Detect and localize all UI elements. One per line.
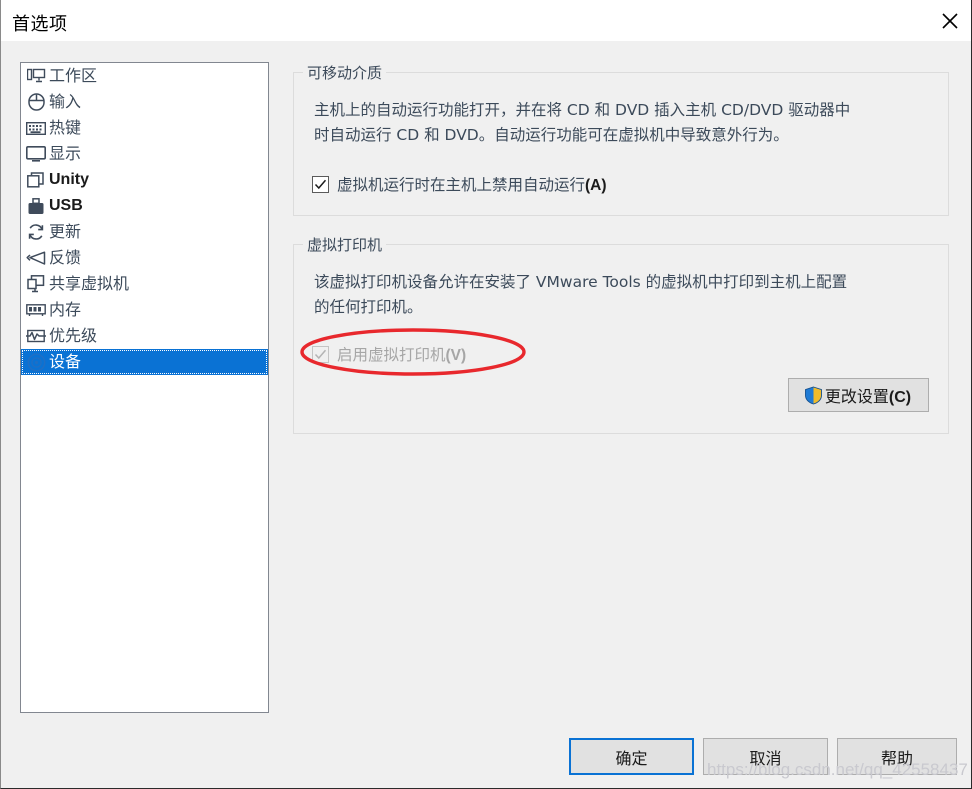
- virtual-printer-description-line1: 该虚拟打印机设备允许在安装了 VMware Tools 的虚拟机中打印到主机上配…: [314, 273, 848, 291]
- removable-media-legend: 可移动介质: [303, 62, 387, 83]
- ok-button[interactable]: 确定: [569, 738, 694, 775]
- sidebar-item-unity[interactable]: Unity: [21, 167, 268, 193]
- sidebar-item-label: 工作区: [49, 66, 98, 85]
- keyboard-hotkey-icon: [24, 117, 48, 139]
- removable-media-description-line1: 主机上的自动运行功能打开，并在将 CD 和 DVD 插入主机 CD/DVD 驱动…: [314, 101, 851, 119]
- checkbox-mnemonic: (A): [585, 177, 607, 194]
- title-bar: 首选项: [1, 0, 971, 42]
- sidebar-item-usb[interactable]: USB: [21, 193, 268, 219]
- checkbox-box[interactable]: [312, 345, 329, 363]
- monitor-display-icon: [24, 143, 48, 165]
- sidebar-item-shared-vms[interactable]: 共享虚拟机: [21, 271, 268, 297]
- sidebar-item-hotkeys[interactable]: 热键: [21, 115, 268, 141]
- sidebar-item-memory[interactable]: 内存: [21, 297, 268, 323]
- change-settings-button[interactable]: 更改设置(C): [788, 378, 929, 412]
- checkbox-mnemonic: (V): [445, 347, 467, 364]
- disable-autorun-checkbox[interactable]: 虚拟机运行时在主机上禁用自动运行(A): [312, 173, 607, 195]
- category-list[interactable]: 工作区 输入 热键 显示 Unity USB 更新 反馈 共享虚拟机 内存 优先…: [20, 62, 269, 713]
- checkbox-label: 启用虚拟打印机(V): [337, 343, 466, 365]
- checkbox-label-text: 启用虚拟打印机: [337, 346, 446, 364]
- change-settings-label: 更改设置(C): [825, 383, 911, 407]
- unity-windows-icon: [24, 169, 48, 191]
- ok-button-label: 确定: [615, 748, 648, 768]
- sidebar-item-devices[interactable]: 设备: [21, 349, 268, 375]
- sidebar-item-label: 更新: [49, 222, 82, 241]
- priority-pulse-icon: [24, 325, 48, 347]
- checkbox-box[interactable]: [312, 175, 329, 193]
- mouse-input-icon: [24, 91, 48, 113]
- removable-media-description: 主机上的自动运行功能打开，并在将 CD 和 DVD 插入主机 CD/DVD 驱动…: [314, 98, 939, 148]
- sidebar-item-label: 内存: [49, 300, 82, 319]
- virtual-printer-legend: 虚拟打印机: [303, 234, 387, 255]
- device-disc-icon: [24, 351, 48, 373]
- megaphone-feedback-icon: [24, 247, 48, 269]
- sidebar-item-input[interactable]: 输入: [21, 89, 268, 115]
- sidebar-item-display[interactable]: 显示: [21, 141, 268, 167]
- sidebar-item-feedback[interactable]: 反馈: [21, 245, 268, 271]
- sidebar-item-label: Unity: [49, 171, 89, 188]
- enable-virtual-printer-checkbox[interactable]: 启用虚拟打印机(V): [312, 343, 466, 365]
- refresh-update-icon: [24, 221, 48, 243]
- uac-shield-icon: [804, 386, 823, 405]
- help-button[interactable]: 帮助: [837, 738, 957, 775]
- shared-vm-icon: [24, 273, 48, 295]
- sidebar-item-updates[interactable]: 更新: [21, 219, 268, 245]
- change-settings-mnemonic: (C): [888, 389, 912, 406]
- memory-ram-icon: [24, 299, 48, 321]
- sidebar-item-workspace[interactable]: 工作区: [21, 63, 268, 89]
- help-button-label: 帮助: [880, 748, 913, 768]
- cancel-button-label: 取消: [749, 748, 782, 768]
- virtual-printer-description-line2: 的任何打印机。: [314, 298, 423, 316]
- sidebar-item-label: 反馈: [49, 248, 82, 267]
- change-settings-label-text: 更改设置: [824, 387, 889, 406]
- usb-drive-icon: [24, 195, 48, 217]
- workspace-icon: [24, 65, 48, 87]
- checkbox-label-text: 虚拟机运行时在主机上禁用自动运行: [337, 176, 586, 194]
- sidebar-item-label: USB: [49, 197, 83, 214]
- cancel-button[interactable]: 取消: [703, 738, 828, 775]
- page-title: 首选项: [12, 14, 68, 35]
- close-icon[interactable]: [927, 0, 971, 42]
- checkmark-icon: [314, 349, 327, 359]
- virtual-printer-description: 该虚拟打印机设备允许在安装了 VMware Tools 的虚拟机中打印到主机上配…: [314, 270, 939, 320]
- sidebar-item-label: 热键: [49, 118, 82, 137]
- sidebar-item-label: 显示: [49, 144, 82, 163]
- sidebar-item-label: 优先级: [49, 326, 98, 345]
- preferences-dialog: 首选项 工作区 输入 热键 显示 Unity USB 更新 反馈 共享虚拟机 内…: [0, 0, 972, 789]
- sidebar-item-label: 输入: [49, 92, 82, 111]
- sidebar-item-label: 共享虚拟机: [49, 274, 130, 293]
- checkmark-icon: [314, 179, 327, 189]
- checkbox-label: 虚拟机运行时在主机上禁用自动运行(A): [337, 173, 607, 195]
- sidebar-item-priority[interactable]: 优先级: [21, 323, 268, 349]
- sidebar-item-label: 设备: [49, 352, 82, 371]
- removable-media-description-line2: 时自动运行 CD 和 DVD。自动运行功能可在虚拟机中导致意外行为。: [314, 126, 789, 144]
